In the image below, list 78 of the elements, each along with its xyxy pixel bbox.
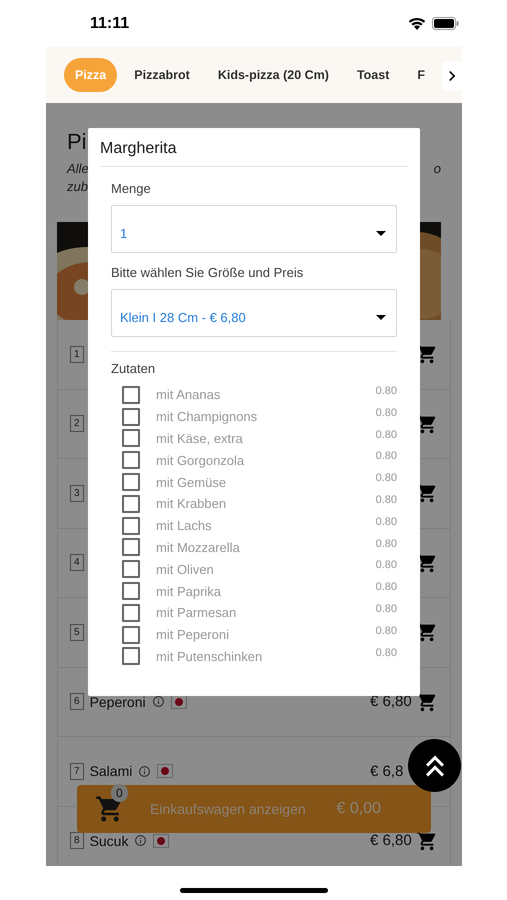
item-price: € 6,80: [370, 693, 413, 710]
extra-checkbox[interactable]: [122, 473, 140, 492]
extra-price: 0.80: [376, 449, 397, 462]
extra-name: mit Putenschinken: [156, 648, 262, 664]
field-label: Menge: [111, 181, 152, 196]
extra-checkbox[interactable]: [122, 626, 140, 644]
cart-count-badge: 0: [111, 784, 128, 802]
extra-checkbox[interactable]: [122, 604, 140, 622]
extra-checkbox[interactable]: [122, 560, 140, 578]
flag-icon: [153, 834, 170, 848]
extra-price: 0.80: [376, 602, 397, 615]
scroll-top-button[interactable]: [408, 739, 461, 792]
item-price: € 6,8: [370, 762, 404, 780]
item-number: 2: [70, 415, 84, 432]
extra-price: 0.80: [376, 624, 397, 637]
extra-price: 0.80: [376, 580, 397, 594]
extra-checkbox[interactable]: [122, 386, 140, 404]
extra-checkbox[interactable]: [122, 451, 140, 470]
extra-checkbox[interactable]: [122, 582, 140, 600]
status-time: 11:11: [90, 14, 130, 32]
extra-checkbox[interactable]: [122, 516, 140, 535]
item-name: Peperoni: [90, 694, 146, 710]
extra-name: mit Parmesan: [156, 605, 236, 620]
item-number: 6: [70, 693, 84, 710]
extra-checkbox[interactable]: [122, 647, 140, 666]
item-price: € 6,80: [370, 832, 413, 850]
wifi-icon: [408, 17, 426, 30]
show-cart-button[interactable]: 0 Einkaufswagen anzeigen € 0,00: [77, 785, 431, 833]
item-number: 5: [70, 624, 84, 641]
category-description: o: [434, 161, 441, 176]
section-label: Zutaten: [111, 361, 156, 376]
extra-name: mit Käse, extra: [156, 430, 243, 446]
extra-price: 0.80: [376, 384, 397, 397]
dialog-title: Margherita: [100, 140, 408, 167]
dropdown-caret-icon: [376, 314, 386, 320]
extra-checkbox[interactable]: [122, 538, 140, 556]
flag-icon: [157, 764, 174, 778]
category-description: Alle: [67, 161, 89, 176]
extra-checkbox[interactable]: [122, 494, 140, 513]
category-tab[interactable]: F: [406, 58, 436, 92]
extra-price: 0.80: [376, 514, 397, 528]
extra-price: 0.80: [376, 492, 397, 506]
category-title: Pi: [67, 129, 87, 155]
extra-price: 0.80: [376, 428, 397, 441]
extra-name: mit Krabben: [156, 496, 226, 512]
battery-icon: [432, 17, 459, 30]
extra-name: mit Champignons: [156, 409, 258, 424]
extra-price: 0.80: [376, 558, 397, 572]
scroll-right-button[interactable]: [442, 61, 462, 91]
extra-name: mit Oliven: [156, 562, 214, 577]
extra-name: mit Paprika: [156, 584, 222, 599]
category-description: zub: [67, 179, 89, 194]
category-tab[interactable]: Pizzabrot: [123, 58, 201, 92]
extra-name: mit Mozzarella: [156, 540, 240, 555]
extra-name: mit Ananas: [156, 387, 220, 402]
size-select[interactable]: Klein I 28 Cm - € 6,80: [111, 289, 397, 337]
category-tab[interactable]: Toast: [346, 58, 400, 92]
dropdown-caret-icon: [376, 230, 386, 236]
extra-name: mit Lachs: [156, 518, 212, 534]
info-icon[interactable]: [152, 695, 165, 708]
extra-checkbox[interactable]: [122, 408, 140, 426]
item-name: Sucuk: [90, 832, 128, 849]
quantity-select[interactable]: 1: [111, 205, 397, 253]
item-name: Salami: [90, 763, 132, 780]
item-number: 4: [70, 554, 84, 572]
extra-name: mit Gemüse: [156, 474, 226, 490]
field-label: Bitte wählen Sie Größe und Preis: [111, 265, 304, 280]
extra-price: 0.80: [376, 406, 397, 419]
extra-name: mit Peperoni: [156, 627, 229, 642]
extra-name: mit Gorgonzola: [156, 452, 244, 468]
item-number: 7: [70, 762, 84, 780]
extra-price: 0.80: [376, 536, 397, 550]
category-tab[interactable]: Kids-pizza (20 Cm): [206, 58, 340, 92]
item-number: 1: [70, 346, 84, 363]
extra-price: 0.80: [376, 646, 397, 659]
extra-price: 0.80: [376, 471, 397, 484]
extra-checkbox[interactable]: [122, 429, 140, 448]
item-number: 3: [70, 484, 84, 502]
